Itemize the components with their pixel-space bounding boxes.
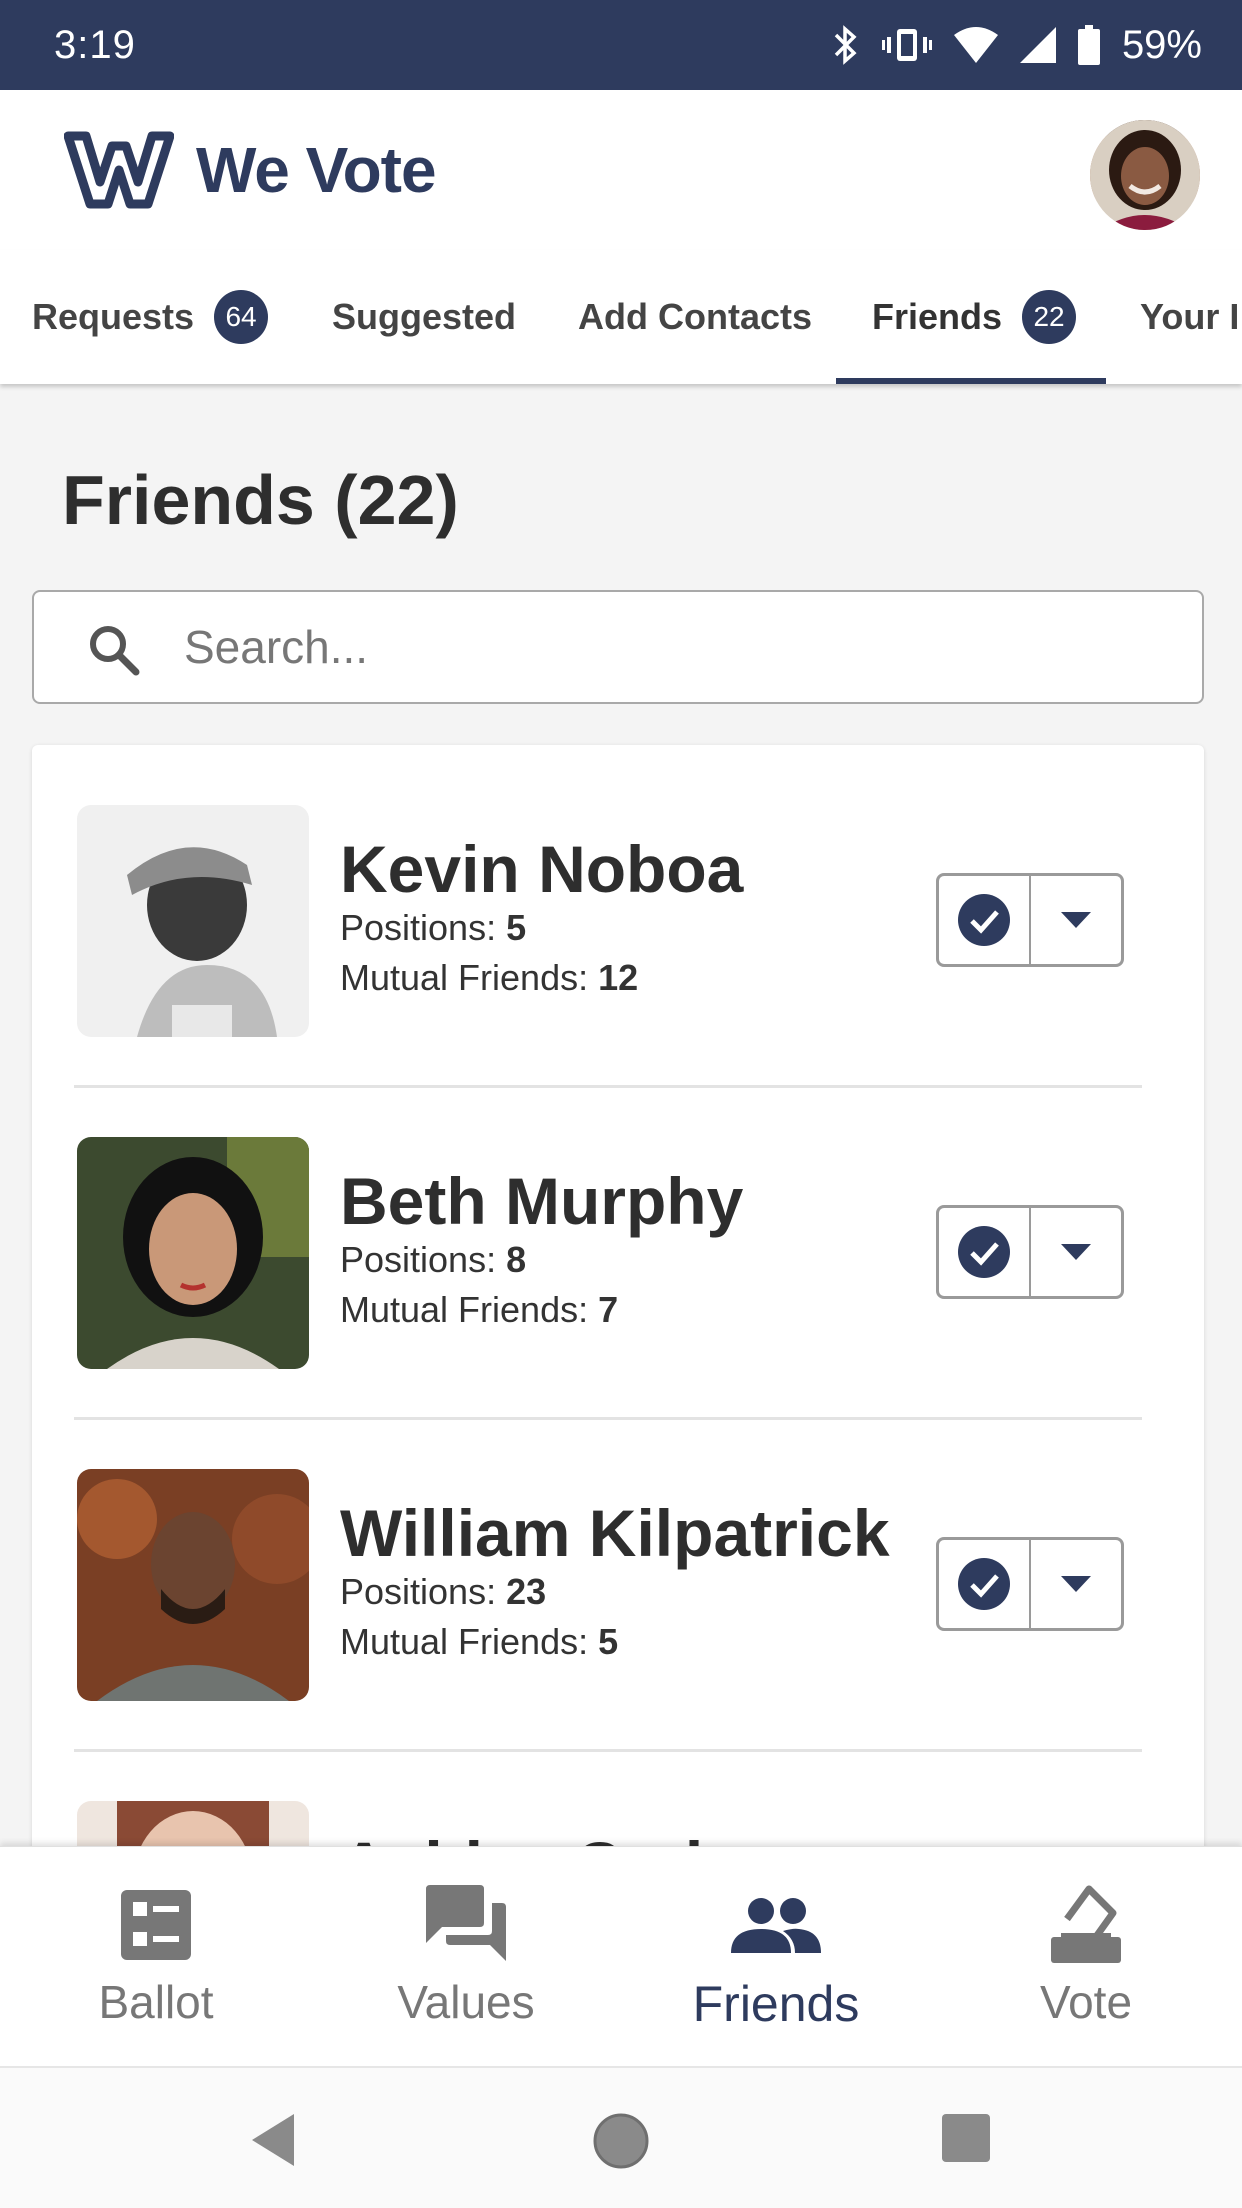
friend-options-dropdown[interactable] <box>1031 1208 1121 1296</box>
tab-requests[interactable]: Requests 64 <box>32 250 269 384</box>
nav-vote[interactable]: Vote <box>931 1847 1241 2067</box>
friend-item: William Kilpatrick Positions: 23 Mutual … <box>32 1409 1204 1741</box>
we-vote-logo-icon <box>64 131 174 209</box>
vibrate-icon <box>881 29 932 61</box>
user-avatar[interactable] <box>1090 120 1200 230</box>
back-icon[interactable] <box>250 2112 296 2168</box>
friend-photo[interactable] <box>77 1469 309 1701</box>
nav-label: Vote <box>1039 1976 1133 2028</box>
bottom-navigation: Ballot Values Friends Vote <box>0 1846 1242 2066</box>
friend-mutual-friends: Mutual Friends: 12 <box>340 957 638 999</box>
status-time: 3:19 <box>54 22 136 67</box>
friend-status-button <box>936 1537 1124 1631</box>
tab-label: Requests <box>32 296 195 337</box>
home-icon[interactable] <box>592 2112 650 2170</box>
friend-mutual-friends: Mutual Friends: 7 <box>340 1289 618 1331</box>
mutual-friends-count: 12 <box>598 957 639 998</box>
friend-item: Kevin Noboa Positions: 5 Mutual Friends:… <box>32 745 1204 1077</box>
positions-count: 5 <box>506 907 527 948</box>
nav-label: Friends <box>692 1976 860 2032</box>
active-tab-indicator <box>836 378 1106 384</box>
requests-count-badge: 64 <box>214 290 269 344</box>
search-box[interactable] <box>32 590 1204 704</box>
friend-name[interactable]: William Kilpatrick <box>340 1495 890 1571</box>
values-icon <box>426 1885 506 1961</box>
tab-friends[interactable]: Friends 22 <box>872 250 1077 384</box>
mutual-friends-count: 5 <box>598 1621 619 1662</box>
friend-mutual-friends: Mutual Friends: 5 <box>340 1621 618 1663</box>
friend-item: Beth Murphy Positions: 8 Mutual Friends:… <box>32 1077 1204 1409</box>
nav-values[interactable]: Values <box>311 1847 621 2067</box>
mutual-friends-count: 7 <box>598 1289 619 1330</box>
friend-status-button <box>936 873 1124 967</box>
tab-label: Your I <box>1140 296 1240 337</box>
tab-label: Friends <box>872 296 1003 337</box>
nav-label: Values <box>397 1976 535 2028</box>
battery-percent: 59% <box>1121 22 1202 67</box>
friend-check-button[interactable] <box>939 1540 1031 1628</box>
friend-options-dropdown[interactable] <box>1031 1540 1121 1628</box>
battery-icon <box>1077 25 1100 65</box>
we-vote-logo[interactable]: We Vote <box>64 130 437 210</box>
caret-down-icon <box>1061 1576 1091 1592</box>
tab-add-contacts[interactable]: Add Contacts <box>578 250 812 384</box>
nav-label: Ballot <box>98 1976 214 2028</box>
tab-suggested[interactable]: Suggested <box>332 250 516 384</box>
tab-your-info[interactable]: Your I <box>1140 250 1239 384</box>
bluetooth-icon <box>834 25 857 65</box>
status-icons: 59% <box>832 23 1202 68</box>
page-title: Friends (22) <box>62 461 459 539</box>
status-bar: 3:19 59% <box>0 0 1242 90</box>
friend-status-button <box>936 1205 1124 1299</box>
system-navigation-bar <box>0 2066 1242 2208</box>
friends-icon <box>731 1898 821 1953</box>
check-circle-icon <box>958 894 1010 946</box>
friend-positions: Positions: 23 <box>340 1571 546 1613</box>
friend-check-button[interactable] <box>939 1208 1031 1296</box>
friends-count-badge: 22 <box>1022 290 1077 344</box>
logo-text: We Vote <box>196 134 437 206</box>
friend-photo[interactable] <box>77 1137 309 1369</box>
search-input[interactable] <box>184 612 1164 682</box>
caret-down-icon <box>1061 1244 1091 1260</box>
nav-friends[interactable]: Friends <box>621 1847 931 2067</box>
ballot-icon <box>121 1890 191 1960</box>
mutual-friends-label: Mutual Friends: <box>340 1621 589 1662</box>
friend-name[interactable]: Beth Murphy <box>340 1163 743 1239</box>
app-header: We Vote <box>0 90 1242 250</box>
friend-name[interactable]: Kevin Noboa <box>340 831 743 907</box>
friend-check-button[interactable] <box>939 876 1031 964</box>
positions-label: Positions: <box>340 1571 497 1612</box>
tab-label: Add Contacts <box>578 296 812 337</box>
friend-options-dropdown[interactable] <box>1031 876 1121 964</box>
positions-label: Positions: <box>340 1239 497 1280</box>
nav-ballot[interactable]: Ballot <box>1 1847 311 2067</box>
tab-label: Suggested <box>332 296 517 337</box>
check-circle-icon <box>958 1226 1010 1278</box>
friend-positions: Positions: 8 <box>340 1239 526 1281</box>
positions-count: 8 <box>506 1239 527 1280</box>
friend-photo[interactable] <box>77 805 309 1037</box>
check-circle-icon <box>958 1558 1010 1610</box>
friends-tabs: Requests 64 Suggested Add Contacts Frien… <box>0 250 1242 384</box>
wifi-icon <box>953 27 998 63</box>
recents-icon[interactable] <box>940 2112 992 2164</box>
search-icon <box>90 626 140 676</box>
vote-icon <box>1051 1885 1121 1963</box>
mutual-friends-label: Mutual Friends: <box>340 1289 589 1330</box>
friends-list-card: Kevin Noboa Positions: 5 Mutual Friends:… <box>32 745 1204 1905</box>
signal-icon <box>1019 27 1056 63</box>
friend-positions: Positions: 5 <box>340 907 526 949</box>
mutual-friends-label: Mutual Friends: <box>340 957 589 998</box>
positions-count: 23 <box>506 1571 547 1612</box>
positions-label: Positions: <box>340 907 497 948</box>
caret-down-icon <box>1061 912 1091 928</box>
